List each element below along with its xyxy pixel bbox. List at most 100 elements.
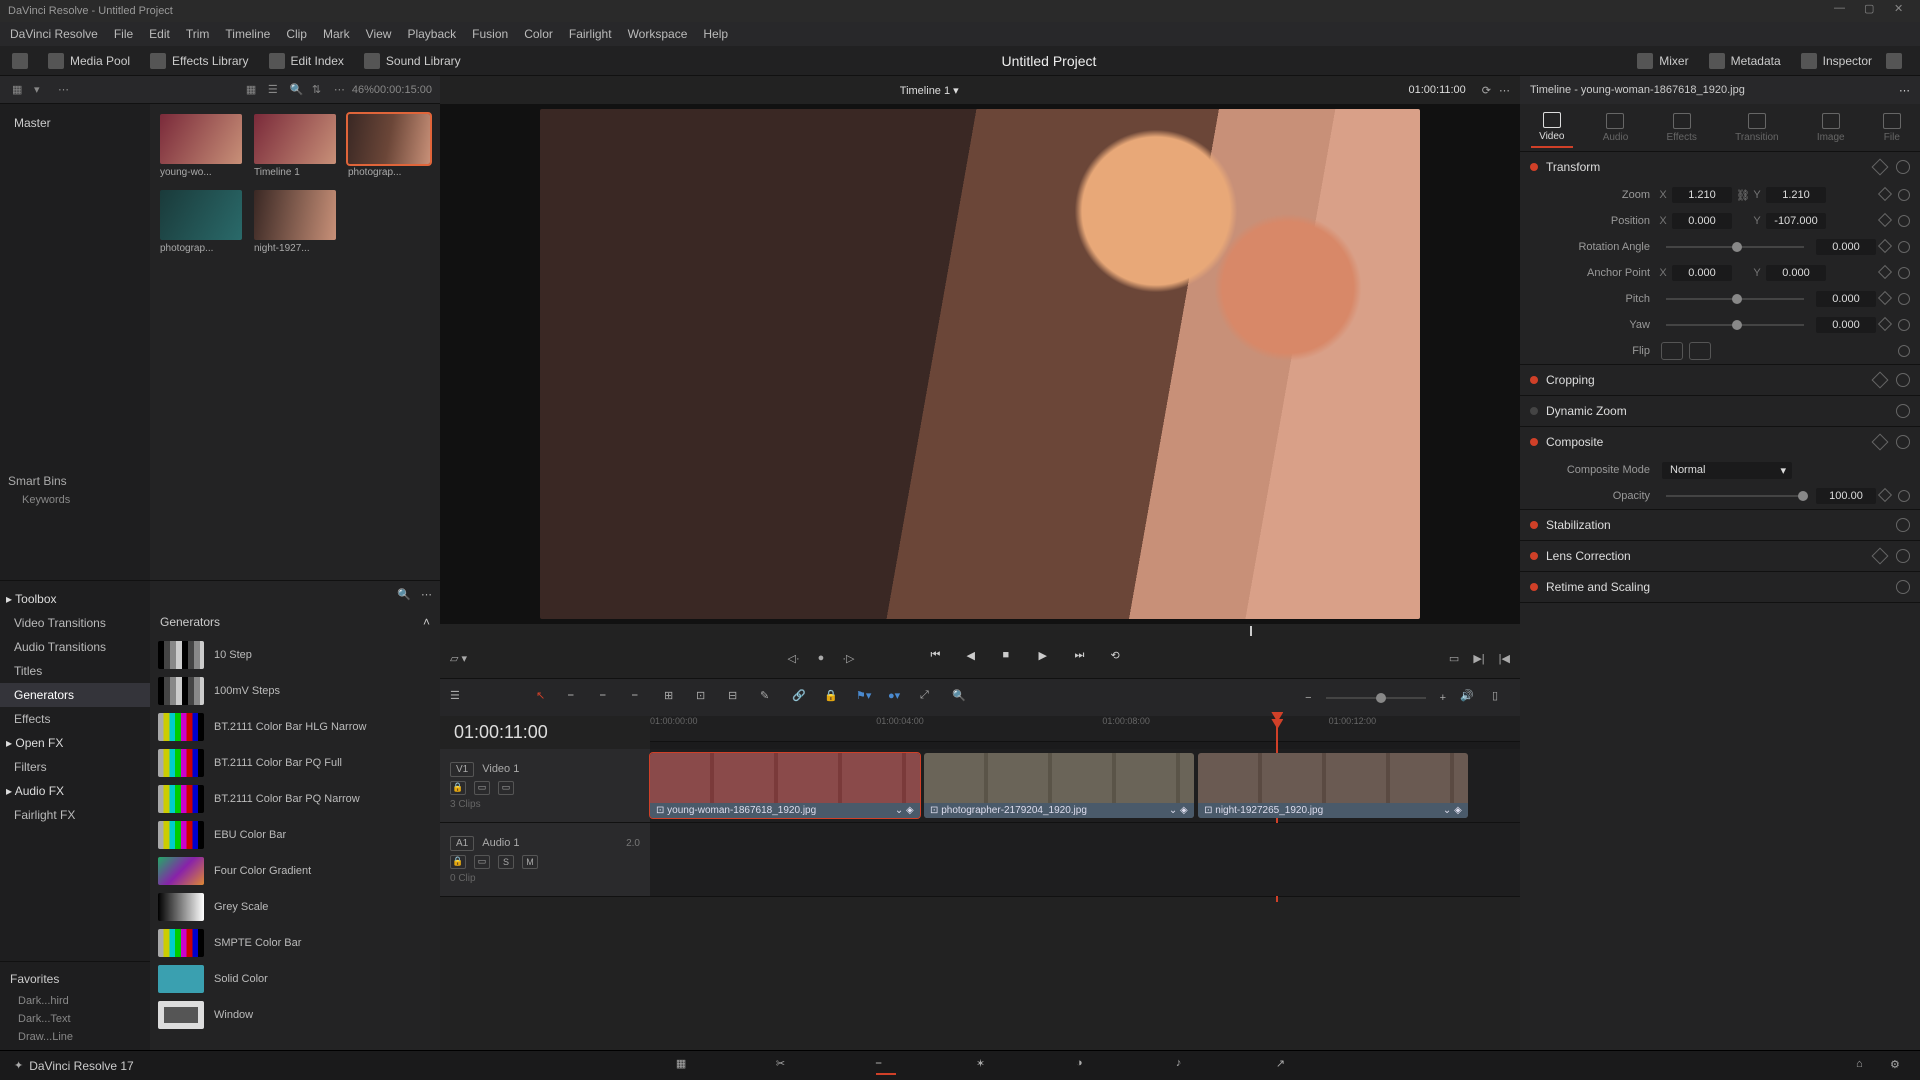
last-frame-icon[interactable]: ⏭ xyxy=(1074,649,1092,667)
section-stabilization[interactable]: Stabilization xyxy=(1520,510,1920,540)
section-retime[interactable]: Retime and Scaling xyxy=(1520,572,1920,602)
media-thumb[interactable]: photograp... xyxy=(348,114,430,178)
dynamic-trim-icon[interactable]: ⎯ xyxy=(600,689,618,707)
auto-select-icon[interactable]: ▭ xyxy=(474,855,490,869)
zoom-out-icon[interactable]: − xyxy=(1305,692,1311,704)
rotation-input[interactable]: 0.000 xyxy=(1816,239,1876,255)
play-icon[interactable]: ▶ xyxy=(1038,649,1056,667)
zoom-x-input[interactable]: 1.210 xyxy=(1672,187,1732,203)
viewer-scrubber[interactable] xyxy=(440,624,1520,638)
opacity-input[interactable]: 100.00 xyxy=(1816,488,1876,504)
zoom-y-input[interactable]: 1.210 xyxy=(1766,187,1826,203)
pitch-input[interactable]: 0.000 xyxy=(1816,291,1876,307)
reset-icon[interactable] xyxy=(1896,160,1910,174)
chevron-up-icon[interactable]: ˄ xyxy=(423,615,430,629)
menu-item[interactable]: Fusion xyxy=(472,27,508,41)
effect-item[interactable]: Grey Scale xyxy=(150,889,440,925)
layout-icon[interactable]: ▦ xyxy=(12,83,26,97)
fx-category[interactable]: ▸ Audio FX xyxy=(0,779,150,803)
menu-item[interactable]: Help xyxy=(703,27,728,41)
section-cropping[interactable]: Cropping xyxy=(1520,365,1920,395)
fx-category[interactable]: Generators xyxy=(0,683,150,707)
lock-track-icon[interactable]: 🔒 xyxy=(450,781,466,795)
timeline-clip[interactable]: ⊡ young-woman-1867618_1920.jpg⌄ ◈ xyxy=(650,753,920,818)
grid-view-icon[interactable]: ▦ xyxy=(246,83,260,97)
edit-page-icon[interactable]: ⎯ xyxy=(876,1057,896,1075)
loop-dot-icon[interactable]: ● xyxy=(818,652,825,664)
lock-icon[interactable]: 🔒 xyxy=(824,689,842,707)
timeline-timecode[interactable]: 01:00:11:00 xyxy=(440,716,650,749)
next-clip-icon[interactable]: ▶| xyxy=(1473,652,1484,665)
video-track-lane[interactable]: ⊡ young-woman-1867618_1920.jpg⌄ ◈⊡ photo… xyxy=(650,749,1520,822)
timeline-ruler[interactable]: 01:00:00:0001:00:04:0001:00:08:0001:00:1… xyxy=(650,716,1520,742)
fairlight-page-icon[interactable]: ♪ xyxy=(1176,1057,1196,1075)
match-frame-icon[interactable]: ▭ xyxy=(1449,652,1459,665)
menu-item[interactable]: Fairlight xyxy=(569,27,612,41)
media-page-icon[interactable]: ▦ xyxy=(676,1057,696,1075)
bypass-icon[interactable]: ⟳ xyxy=(1482,84,1491,97)
flag-icon[interactable]: ⚑▾ xyxy=(856,689,874,707)
more-icon[interactable]: ⋯ xyxy=(421,588,432,601)
effect-item[interactable]: Solid Color xyxy=(150,961,440,997)
tab-file[interactable]: File xyxy=(1875,109,1909,147)
fx-category[interactable]: Effects xyxy=(0,707,150,731)
marker-icon[interactable]: ●▾ xyxy=(888,689,906,707)
fx-category[interactable]: Filters xyxy=(0,755,150,779)
more-icon[interactable]: ⋯ xyxy=(334,83,348,97)
effect-item[interactable]: BT.2111 Color Bar PQ Narrow xyxy=(150,781,440,817)
menu-item[interactable]: View xyxy=(366,27,392,41)
favorite-item[interactable]: Dark...Text xyxy=(0,1010,150,1028)
keyframe-icon[interactable] xyxy=(1872,159,1889,176)
link-icon[interactable]: ⛓ xyxy=(1736,189,1752,202)
master-bin[interactable]: Master xyxy=(8,112,142,134)
opacity-slider[interactable] xyxy=(1666,495,1804,497)
pitch-slider[interactable] xyxy=(1666,298,1804,300)
solo-icon[interactable]: S xyxy=(498,855,514,869)
stop-icon[interactable]: ■ xyxy=(1002,649,1020,667)
mixer-toggle[interactable]: Mixer xyxy=(1637,53,1688,69)
keywords-bin[interactable]: Keywords xyxy=(8,488,142,512)
cut-page-icon[interactable]: ✂ xyxy=(776,1057,796,1075)
lock-track-icon[interactable]: 🔒 xyxy=(450,855,466,869)
effect-item[interactable]: BT.2111 Color Bar PQ Full xyxy=(150,745,440,781)
sort-icon[interactable]: ⇅ xyxy=(312,83,326,97)
menu-item[interactable]: Timeline xyxy=(225,27,270,41)
search-icon[interactable]: 🔍 xyxy=(290,83,304,97)
timeline-clip[interactable]: ⊡ photographer-2179204_1920.jpg⌄ ◈ xyxy=(924,753,1194,818)
edit-index-toggle[interactable]: Edit Index xyxy=(269,53,344,69)
composite-mode-select[interactable]: Normal ▾ xyxy=(1662,462,1792,479)
effect-item[interactable]: BT.2111 Color Bar HLG Narrow xyxy=(150,709,440,745)
flip-h-button[interactable] xyxy=(1661,342,1683,360)
program-viewer[interactable] xyxy=(440,104,1520,624)
mute-icon[interactable]: M xyxy=(522,855,538,869)
timeline-view-icon[interactable]: ☰ xyxy=(450,689,468,707)
more-icon[interactable]: ⋯ xyxy=(1499,84,1510,97)
menu-item[interactable]: DaVinci Resolve xyxy=(10,27,98,41)
effect-item[interactable]: SMPTE Color Bar xyxy=(150,925,440,961)
more-icon[interactable]: ⋯ xyxy=(1899,84,1910,97)
auto-select-icon[interactable]: ▭ xyxy=(474,781,490,795)
effects-library-toggle[interactable]: Effects Library xyxy=(150,53,248,69)
insert-icon[interactable]: ⊞ xyxy=(664,689,682,707)
trim-tool-icon[interactable]: ⎯ xyxy=(568,689,586,707)
menu-item[interactable]: Color xyxy=(524,27,553,41)
pos-x-input[interactable]: 0.000 xyxy=(1672,213,1732,229)
effect-item[interactable]: 100mV Steps xyxy=(150,673,440,709)
effect-item[interactable]: 10 Step xyxy=(150,637,440,673)
rotation-slider[interactable] xyxy=(1666,246,1804,248)
tab-transition[interactable]: Transition xyxy=(1727,109,1787,147)
effect-item[interactable]: Window xyxy=(150,997,440,1033)
first-frame-icon[interactable]: ⏮ xyxy=(930,649,948,667)
media-thumb[interactable]: young-wo... xyxy=(160,114,242,178)
timeline-clip[interactable]: ⊡ night-1927265_1920.jpg⌄ ◈ xyxy=(1198,753,1468,818)
replace-icon[interactable]: ⊟ xyxy=(728,689,746,707)
fusion-page-icon[interactable]: ✶ xyxy=(976,1057,996,1075)
audio-track-header[interactable]: A1Audio 12.0 🔒▭SM 0 Clip xyxy=(440,823,650,896)
yaw-slider[interactable] xyxy=(1666,324,1804,326)
fx-category[interactable]: Titles xyxy=(0,659,150,683)
media-pool-toggle[interactable]: Media Pool xyxy=(48,53,130,69)
deliver-page-icon[interactable]: ↗ xyxy=(1276,1057,1296,1075)
minimize-icon[interactable]: — xyxy=(1834,2,1852,20)
maximize-icon[interactable]: ▢ xyxy=(1864,2,1882,20)
menu-item[interactable]: Clip xyxy=(286,27,307,41)
